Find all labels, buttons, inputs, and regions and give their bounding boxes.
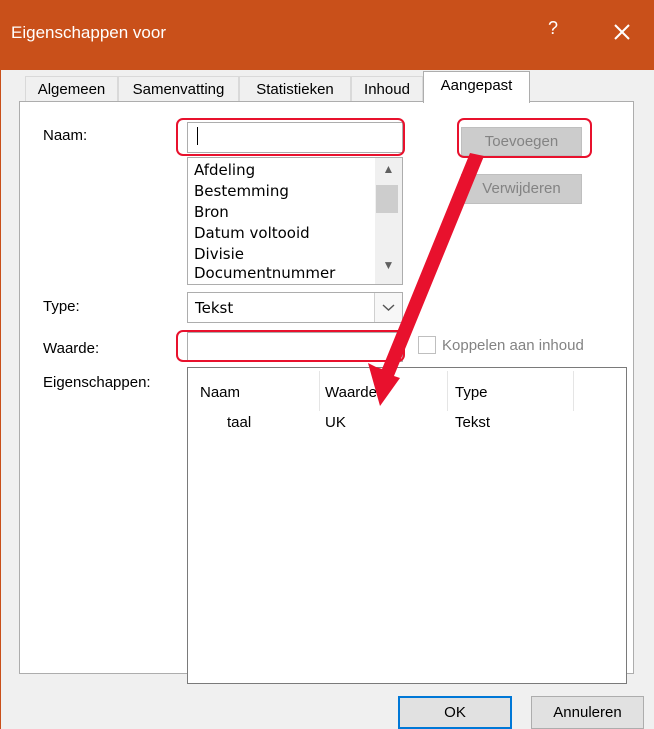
scroll-up-icon[interactable]: ▲ <box>375 162 402 180</box>
help-button[interactable]: ? <box>541 18 565 39</box>
list-item[interactable]: Afdeling <box>194 161 255 179</box>
name-listbox[interactable]: Afdeling Bestemming Bron Datum voltooid … <box>187 157 403 285</box>
scroll-thumb[interactable] <box>376 185 398 213</box>
list-item[interactable]: Bestemming <box>194 182 289 200</box>
name-input[interactable] <box>187 122 403 153</box>
type-label: Type: <box>43 298 80 315</box>
close-button[interactable] <box>607 15 637 49</box>
add-button[interactable]: Toevoegen <box>461 127 582 156</box>
title-bar: Eigenschappen voor ? <box>0 0 654 70</box>
type-select-value: Tekst <box>195 299 234 317</box>
value-label: Waarde: <box>43 340 100 357</box>
name-label: Naam: <box>43 127 88 144</box>
link-to-content-label: Koppelen aan inhoud <box>442 337 584 354</box>
column-divider[interactable] <box>447 371 448 411</box>
listbox-scrollbar[interactable]: ▲ ▼ <box>375 158 402 284</box>
ok-button[interactable]: OK <box>398 696 512 729</box>
tab-aangepast[interactable]: Aangepast <box>423 71 530 103</box>
column-divider[interactable] <box>319 371 320 411</box>
column-header-value[interactable]: Waarde <box>325 384 377 401</box>
property-name-cell[interactable]: taal <box>227 414 251 431</box>
value-input[interactable] <box>187 332 403 362</box>
tab-statistieken[interactable]: Statistieken <box>239 76 351 101</box>
text-caret <box>197 127 198 145</box>
type-select[interactable]: Tekst <box>187 292 403 323</box>
properties-label: Eigenschappen: <box>43 374 151 391</box>
chevron-down-icon[interactable] <box>374 293 402 322</box>
tab-samenvatting[interactable]: Samenvatting <box>118 76 239 101</box>
cancel-button[interactable]: Annuleren <box>531 696 644 729</box>
column-header-name[interactable]: Naam <box>200 384 240 401</box>
list-item[interactable]: Divisie <box>194 245 244 263</box>
tab-inhoud[interactable]: Inhoud <box>351 76 423 101</box>
list-item[interactable]: Documentnummer <box>194 264 335 282</box>
tab-algemeen[interactable]: Algemeen <box>25 76 118 101</box>
column-header-type[interactable]: Type <box>455 384 488 401</box>
list-item[interactable]: Bron <box>194 203 229 221</box>
close-icon <box>614 24 630 40</box>
list-item[interactable]: Datum voltooid <box>194 224 310 242</box>
property-type-cell[interactable]: Tekst <box>455 414 490 431</box>
property-value-cell[interactable]: UK <box>325 414 346 431</box>
window-title: Eigenschappen voor <box>11 23 167 42</box>
link-to-content-checkbox[interactable] <box>418 336 436 354</box>
remove-button[interactable]: Verwijderen <box>461 174 582 204</box>
scroll-down-icon[interactable]: ▼ <box>375 258 402 276</box>
properties-list[interactable]: Naam Waarde Type taal UK Tekst <box>187 367 627 684</box>
column-divider[interactable] <box>573 371 574 411</box>
